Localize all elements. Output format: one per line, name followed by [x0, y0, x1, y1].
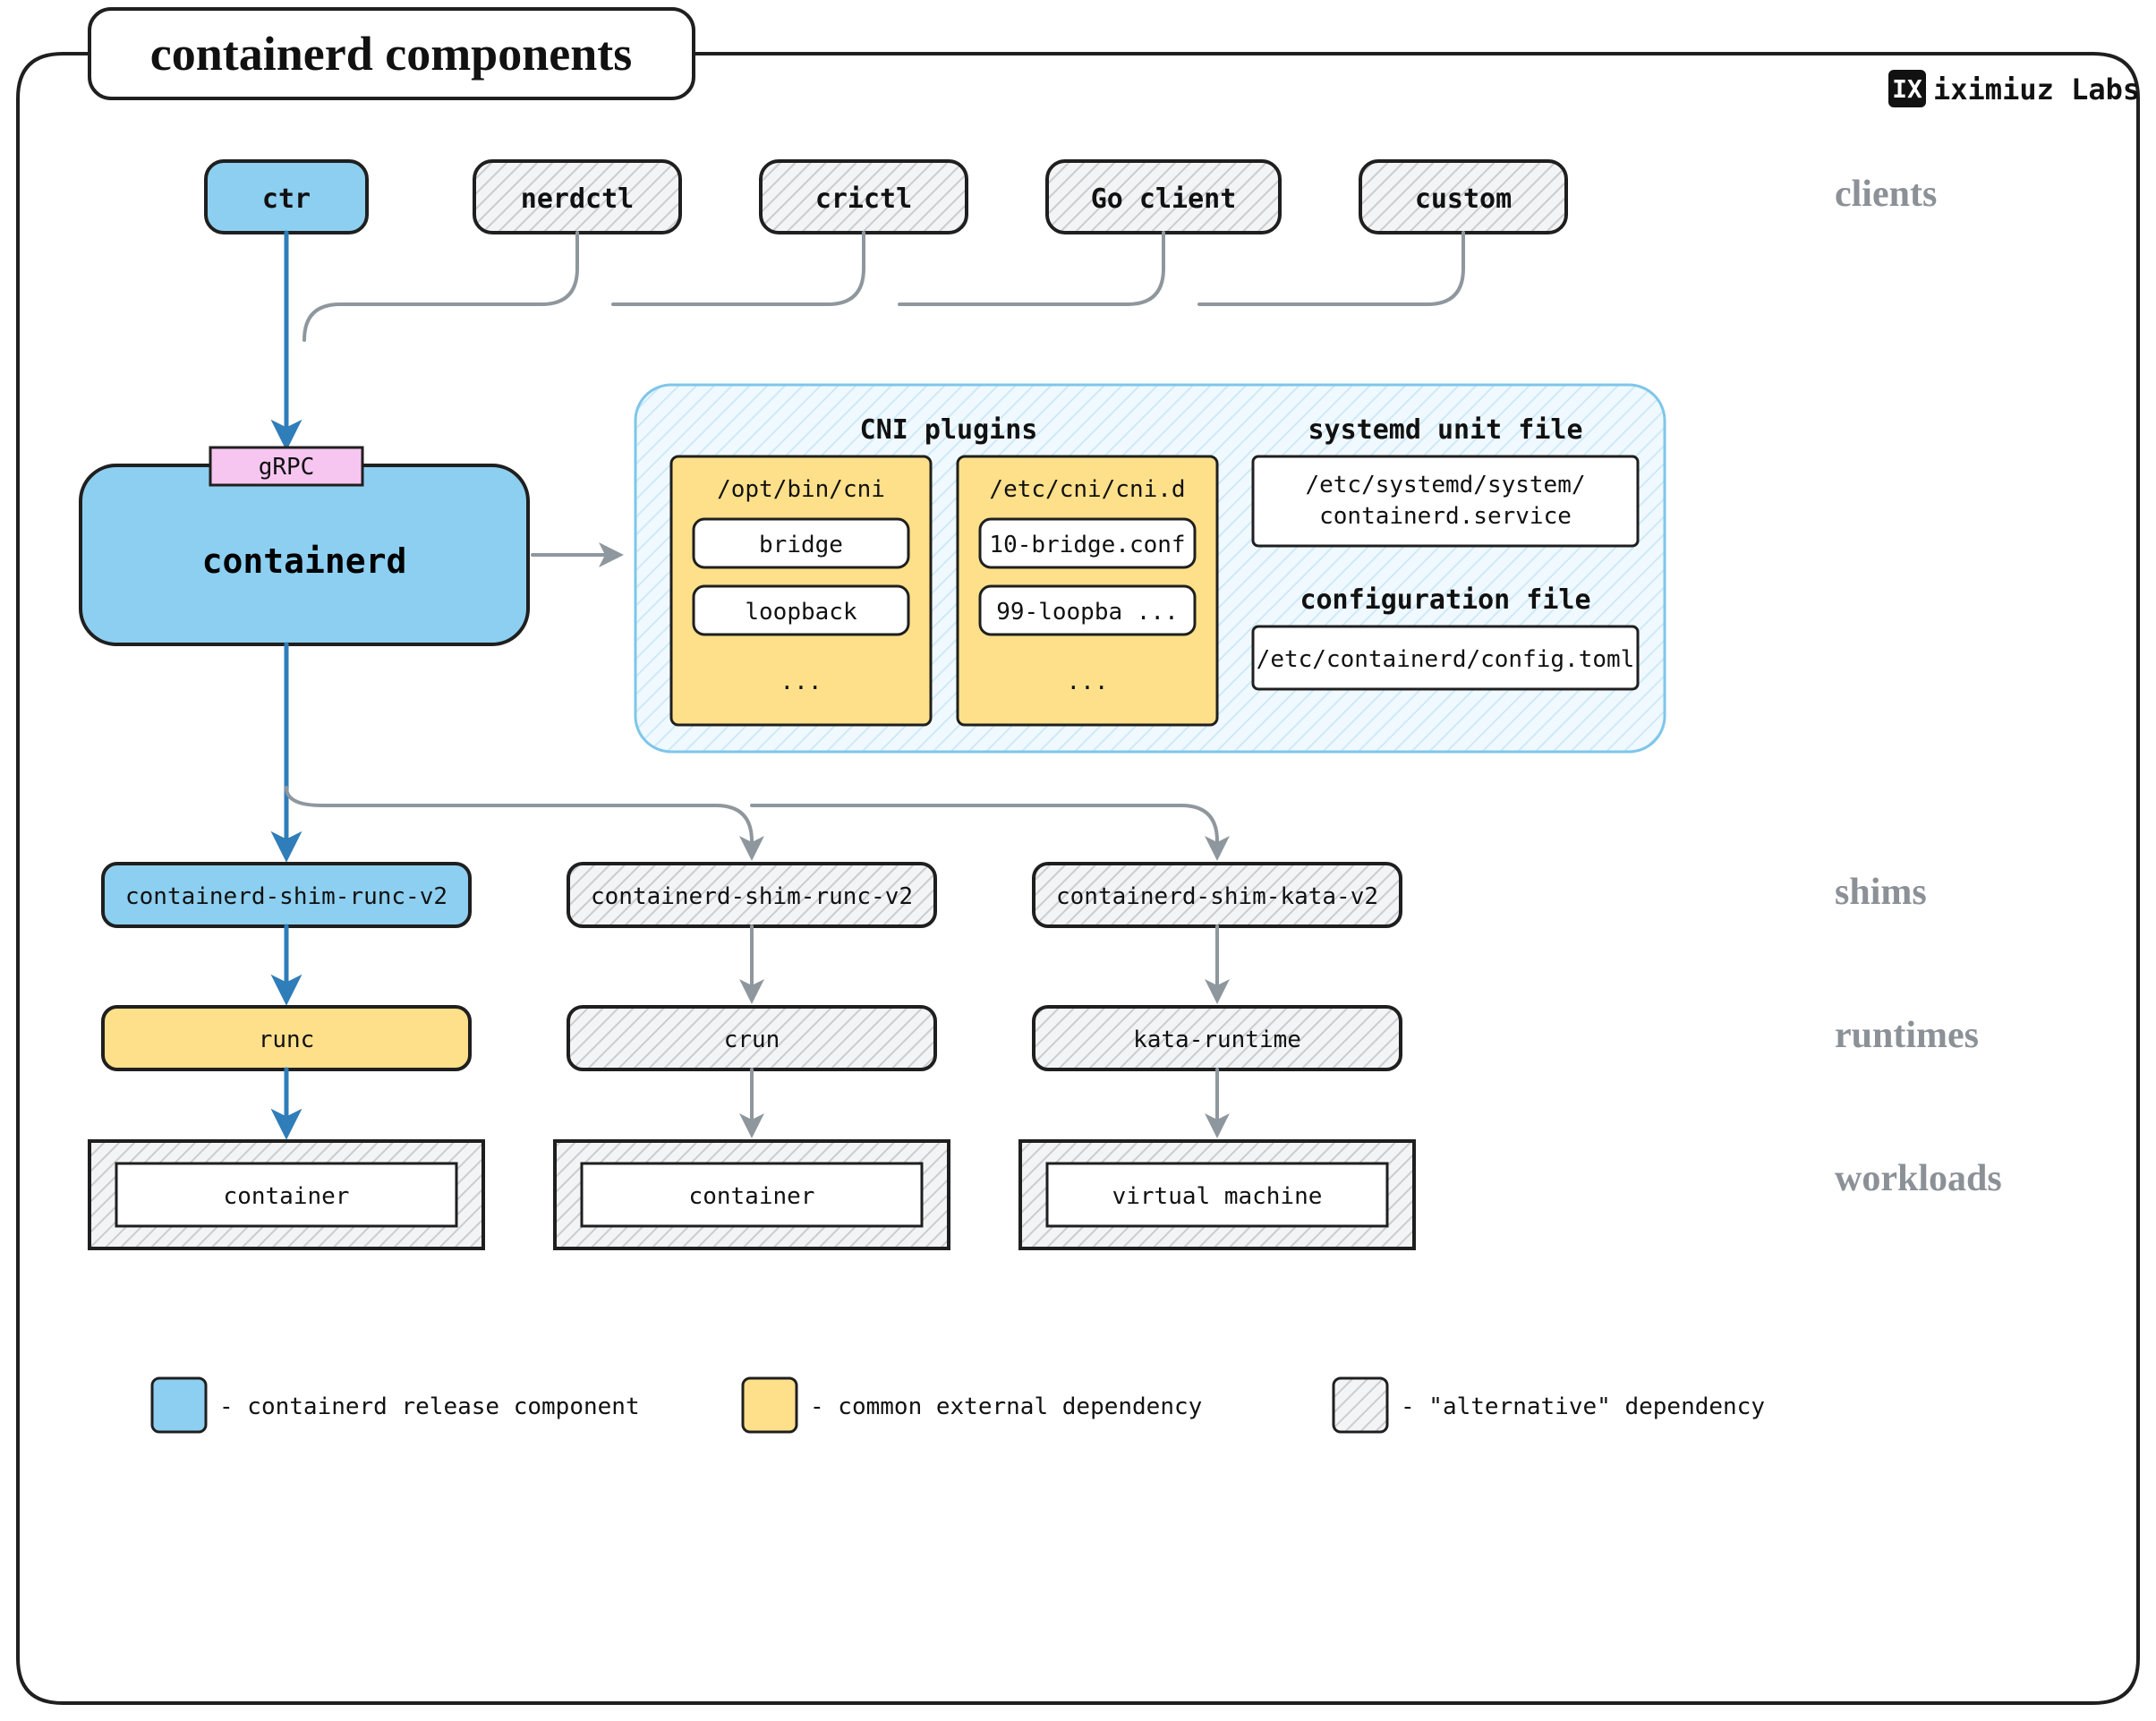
- section-runtimes-label: runtimes: [1835, 1015, 1979, 1056]
- runtime-a: runc: [103, 1007, 470, 1069]
- svg-text:loopback: loopback: [745, 599, 857, 626]
- side-panel: CNI plugins /opt/bin/cni bridge loopback…: [635, 385, 1665, 752]
- cni-right: /etc/cni/cni.d 10-bridge.conf 99-loopba …: [958, 456, 1217, 725]
- svg-text:runc: runc: [259, 1027, 315, 1053]
- workload-a: container: [89, 1141, 483, 1248]
- svg-text:bridge: bridge: [759, 532, 843, 558]
- svg-text:Go client: Go client: [1091, 183, 1237, 215]
- svg-text:- common external dependency: - common external dependency: [810, 1393, 1202, 1420]
- section-clients-label: clients: [1835, 174, 1937, 215]
- diagram-root: containerd components IX iximiuz Labs cl…: [0, 0, 2156, 1721]
- svg-text:- containerd release component: - containerd release component: [219, 1393, 640, 1420]
- client-ctr: ctr: [206, 161, 367, 233]
- svg-text:containerd: containerd: [202, 541, 407, 581]
- title-text: containerd components: [150, 27, 633, 81]
- svg-text:nerdctl: nerdctl: [521, 183, 634, 215]
- svg-text:ctr: ctr: [262, 183, 311, 215]
- svg-text:IX: IX: [1892, 74, 1922, 104]
- runtime-c: kata-runtime: [1034, 1007, 1401, 1069]
- grpc-label: gRPC: [259, 454, 315, 481]
- client-nerdctl: nerdctl: [474, 161, 680, 233]
- svg-text:/etc/containerd/config.toml: /etc/containerd/config.toml: [1257, 646, 1635, 673]
- cni-left: /opt/bin/cni bridge loopback ...: [671, 456, 931, 725]
- svg-text:containerd-shim-kata-v2: containerd-shim-kata-v2: [1056, 883, 1378, 910]
- wire-clients-merge: [304, 233, 1463, 340]
- svg-text:containerd-shim-runc-v2: containerd-shim-runc-v2: [125, 883, 447, 910]
- svg-text:containerd-shim-runc-v2: containerd-shim-runc-v2: [591, 883, 913, 910]
- runtime-b: crun: [568, 1007, 935, 1069]
- svg-text:10-bridge.conf: 10-bridge.conf: [989, 532, 1185, 558]
- svg-text:CNI plugins: CNI plugins: [860, 414, 1038, 446]
- svg-text:virtual machine: virtual machine: [1112, 1183, 1323, 1210]
- section-shims-label: shims: [1835, 872, 1927, 913]
- svg-text:...: ...: [780, 669, 822, 695]
- containerd-core: containerd gRPC: [81, 447, 528, 644]
- client-go: Go client: [1047, 161, 1280, 233]
- workload-c: virtual machine: [1020, 1141, 1414, 1248]
- svg-text:/etc/cni/cni.d: /etc/cni/cni.d: [989, 476, 1185, 503]
- svg-text:systemd unit file: systemd unit file: [1308, 414, 1582, 446]
- svg-text:...: ...: [1067, 669, 1109, 695]
- shim-b: containerd-shim-runc-v2: [568, 864, 935, 926]
- shim-c: containerd-shim-kata-v2: [1034, 864, 1401, 926]
- svg-text:container: container: [224, 1183, 350, 1210]
- svg-text:- "alternative" dependency: - "alternative" dependency: [1401, 1393, 1765, 1420]
- watermark: IX iximiuz Labs: [1888, 70, 2140, 107]
- svg-text:/etc/systemd/system/: /etc/systemd/system/: [1305, 472, 1585, 498]
- svg-text:containerd.service: containerd.service: [1319, 503, 1572, 530]
- client-crictl: crictl: [761, 161, 967, 233]
- svg-text:configuration file: configuration file: [1300, 584, 1590, 616]
- svg-text:iximiuz Labs: iximiuz Labs: [1933, 72, 2140, 106]
- svg-text:/opt/bin/cni: /opt/bin/cni: [717, 476, 885, 503]
- svg-text:custom: custom: [1415, 183, 1512, 215]
- svg-text:crictl: crictl: [815, 183, 912, 215]
- section-workloads-label: workloads: [1835, 1158, 2002, 1199]
- svg-text:kata-runtime: kata-runtime: [1133, 1027, 1301, 1053]
- legend: - containerd release component - common …: [152, 1378, 1765, 1432]
- client-custom: custom: [1360, 161, 1566, 233]
- workload-b: container: [555, 1141, 949, 1248]
- svg-text:crun: crun: [724, 1027, 780, 1053]
- shim-a: containerd-shim-runc-v2: [103, 864, 470, 926]
- svg-text:99-loopba ...: 99-loopba ...: [996, 599, 1179, 626]
- svg-text:container: container: [689, 1183, 815, 1210]
